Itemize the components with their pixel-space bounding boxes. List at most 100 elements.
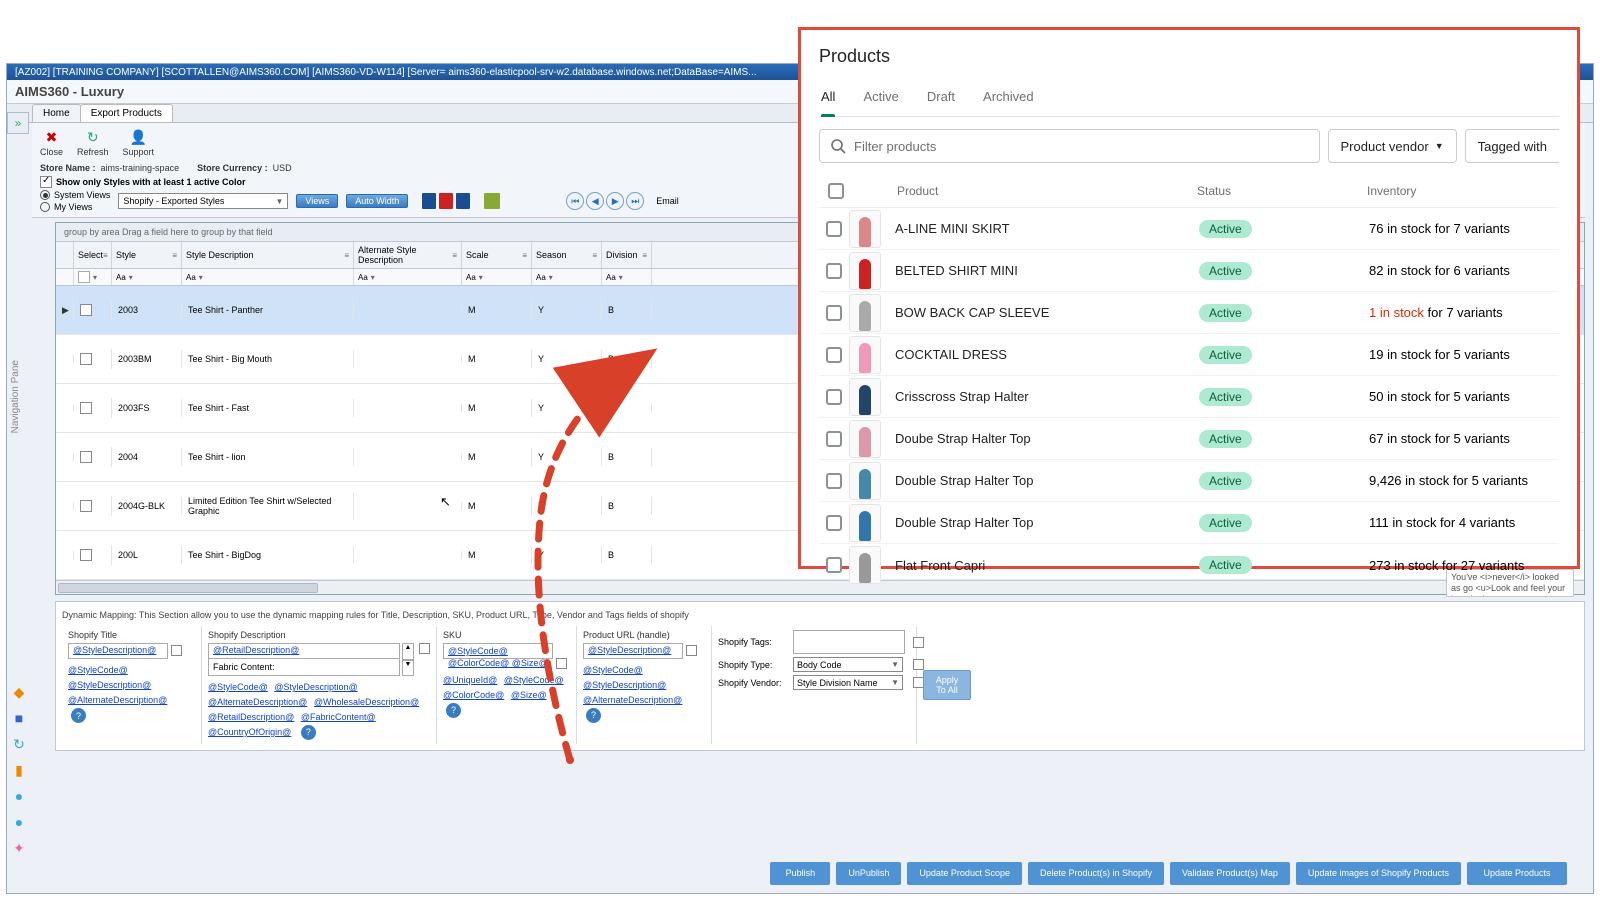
row-checkbox[interactable]: [80, 500, 92, 512]
apply-to-all-button[interactable]: Apply To All: [923, 670, 971, 700]
product-checkbox[interactable]: [826, 221, 842, 237]
shopify-product-row[interactable]: Double Strap Halter Top Active 9,426 in …: [819, 460, 1559, 502]
navigation-pane-label[interactable]: Navigation Pane: [10, 360, 21, 433]
nav-first-icon[interactable]: ⏮: [566, 192, 584, 210]
shopify-product-row[interactable]: BELTED SHIRT MINI Active 82 in stock for…: [819, 250, 1559, 292]
sku-checkbox[interactable]: [556, 658, 567, 669]
product-checkbox[interactable]: [826, 557, 842, 573]
col-inventory[interactable]: Inventory: [1367, 184, 1557, 198]
col-status[interactable]: Status: [1197, 184, 1367, 198]
row-checkbox[interactable]: [80, 353, 92, 365]
shop-tab-active[interactable]: Active: [863, 79, 898, 116]
autowidth-button[interactable]: Auto Width: [346, 194, 408, 208]
row-checkbox[interactable]: [80, 451, 92, 463]
col-select[interactable]: Select≡: [74, 242, 112, 268]
sku-input[interactable]: @StyleCode@ @ColorCode@ @Size@: [443, 643, 553, 659]
mapping-token[interactable]: @AlternateDescription@: [208, 697, 307, 707]
product-checkbox[interactable]: [826, 347, 842, 363]
title-checkbox[interactable]: [171, 645, 182, 656]
product-name[interactable]: Double Strap Halter Top: [893, 515, 1199, 530]
shopify-title-input[interactable]: @StyleDescription@: [68, 643, 168, 659]
update-images-button[interactable]: Update images of Shopify Products: [1296, 862, 1461, 885]
product-name[interactable]: A-LINE MINI SKIRT: [893, 221, 1199, 236]
product-name[interactable]: BOW BACK CAP SLEEVE: [893, 305, 1199, 320]
delete-shopify-button[interactable]: Delete Product(s) in Shopify: [1028, 862, 1164, 885]
views-dropdown[interactable]: Shopify - Exported Styles▼: [118, 193, 288, 209]
mapping-token[interactable]: @FabricContent@: [301, 712, 376, 722]
mapping-token[interactable]: @StyleCode@: [68, 665, 128, 675]
shopify-product-row[interactable]: BOW BACK CAP SLEEVE Active 1 in stock fo…: [819, 292, 1559, 334]
support-button[interactable]: 👤Support: [123, 127, 155, 157]
color-set-icons[interactable]: [422, 193, 470, 209]
product-vendor-dropdown[interactable]: Product vendor▼: [1328, 129, 1457, 163]
shop-tab-all[interactable]: All: [821, 79, 835, 116]
col-alt-desc[interactable]: Alternate Style Description≡: [354, 242, 462, 268]
show-only-checkbox[interactable]: ✓: [40, 176, 52, 188]
product-checkbox[interactable]: [826, 305, 842, 321]
mapping-token[interactable]: @AlternateDescription@: [68, 695, 167, 705]
radio-my-views[interactable]: [40, 202, 50, 212]
rail-icon-2[interactable]: ■: [7, 706, 31, 730]
col-scale[interactable]: Scale≡: [462, 242, 532, 268]
product-name[interactable]: COCKTAIL DRESS: [893, 347, 1199, 362]
mapping-token[interactable]: @StyleCode@: [504, 675, 564, 685]
select-all-checkbox[interactable]: [828, 183, 844, 199]
col-product[interactable]: Product: [895, 184, 1197, 198]
rail-icon-1[interactable]: ◆: [7, 680, 31, 704]
product-name[interactable]: Crisscross Strap Halter: [893, 389, 1199, 404]
tags-input[interactable]: [793, 630, 905, 654]
mapping-token[interactable]: @StyleCode@: [208, 682, 268, 692]
plus-icon[interactable]: [484, 193, 500, 209]
col-season[interactable]: Season≡: [532, 242, 602, 268]
desc-checkbox[interactable]: [419, 643, 430, 654]
unpublish-button[interactable]: UnPublish: [836, 862, 901, 885]
publish-button[interactable]: Publish: [770, 862, 830, 885]
mapping-token[interactable]: @StyleDescription@: [68, 680, 151, 690]
email-label[interactable]: Email: [656, 196, 679, 206]
product-checkbox[interactable]: [826, 473, 842, 489]
row-checkbox[interactable]: [80, 304, 92, 316]
rail-icon-5[interactable]: ●: [7, 784, 31, 808]
row-checkbox[interactable]: [80, 549, 92, 561]
rail-icon-4[interactable]: ▮: [7, 758, 31, 782]
radio-system-views[interactable]: [40, 190, 50, 200]
product-checkbox[interactable]: [826, 263, 842, 279]
rail-icon-7[interactable]: ✦: [7, 836, 31, 860]
row-checkbox[interactable]: [80, 402, 92, 414]
mapping-token[interactable]: @ColorCode@: [443, 690, 504, 700]
nav-next-icon[interactable]: ▶: [606, 192, 624, 210]
help-icon[interactable]: ?: [301, 725, 316, 740]
product-name[interactable]: Double Strap Halter Top: [893, 473, 1199, 488]
help-icon[interactable]: ?: [586, 708, 601, 723]
mapping-token[interactable]: @Size@: [511, 690, 547, 700]
shopify-search-input[interactable]: Filter products: [819, 129, 1320, 163]
nav-last-icon[interactable]: ⏭: [626, 192, 644, 210]
product-name[interactable]: Doube Strap Halter Top: [893, 431, 1199, 446]
mapping-token[interactable]: @StyleCode@: [583, 665, 643, 675]
mapping-token[interactable]: @StyleDescription@: [274, 682, 357, 692]
refresh-button[interactable]: ↻Refresh: [77, 127, 109, 157]
col-style[interactable]: Style≡: [112, 242, 182, 268]
product-name[interactable]: BELTED SHIRT MINI: [893, 263, 1199, 278]
mapping-token[interactable]: @RetailDescription@: [208, 712, 294, 722]
shopify-product-row[interactable]: Double Strap Halter Top Active 111 in st…: [819, 502, 1559, 544]
close-button[interactable]: ✖Close: [40, 127, 63, 157]
help-icon[interactable]: ?: [71, 708, 86, 723]
shop-tab-archived[interactable]: Archived: [983, 79, 1034, 116]
tab-home[interactable]: Home: [32, 104, 81, 122]
nav-prev-icon[interactable]: ◀: [586, 192, 604, 210]
tab-export-products[interactable]: Export Products: [80, 104, 173, 122]
update-scope-button[interactable]: Update Product Scope: [907, 862, 1022, 885]
purl-checkbox[interactable]: [686, 645, 697, 656]
shopify-product-row[interactable]: Doube Strap Halter Top Active 67 in stoc…: [819, 418, 1559, 460]
product-checkbox[interactable]: [826, 389, 842, 405]
mapping-token[interactable]: @WholesaleDescription@: [314, 697, 419, 707]
mapping-token[interactable]: @UniqueId@: [443, 675, 497, 685]
vendor-dropdown[interactable]: Style Division Name▼: [793, 675, 903, 690]
shopify-product-row[interactable]: COCKTAIL DRESS Active 19 in stock for 5 …: [819, 334, 1559, 376]
update-products-button[interactable]: Update Products: [1467, 862, 1567, 885]
product-name[interactable]: Flat Front Capri: [893, 558, 1199, 573]
col-style-desc[interactable]: Style Description≡: [182, 242, 354, 268]
product-checkbox[interactable]: [826, 431, 842, 447]
help-icon[interactable]: ?: [446, 703, 461, 718]
